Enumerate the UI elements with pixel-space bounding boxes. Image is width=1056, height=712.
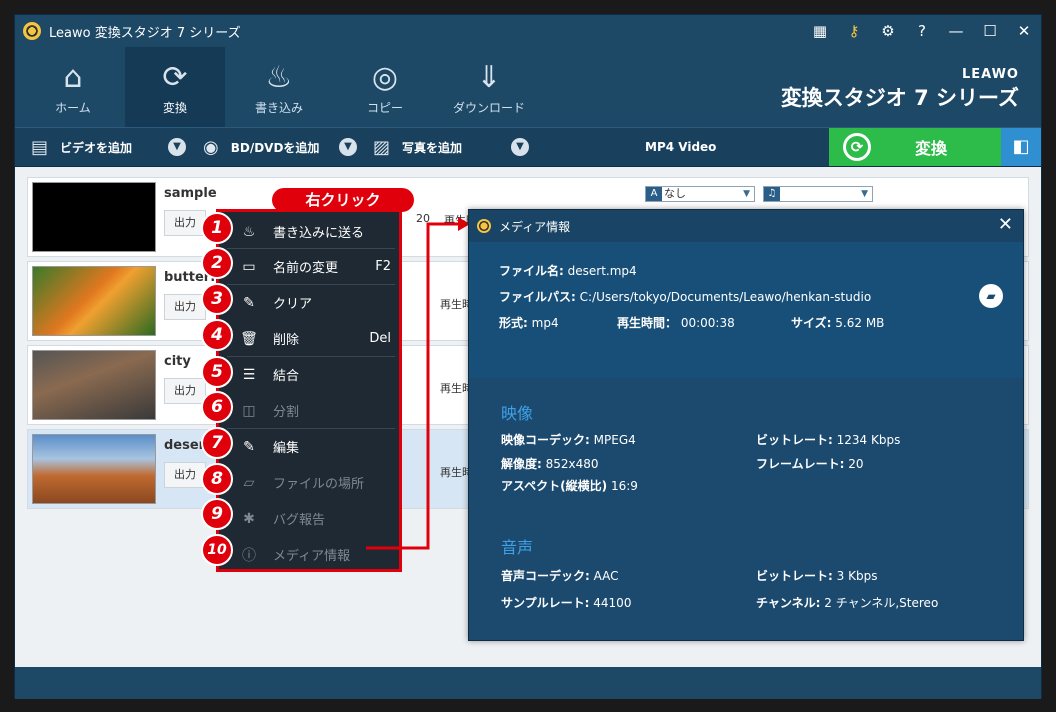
audio-codec-value: AAC <box>593 569 619 583</box>
channels-value: 2 チャンネル,Stereo <box>824 596 939 610</box>
duration-value: 00:00:38 <box>680 316 735 330</box>
resolution-row: 解像度: 852x480 <box>501 455 599 472</box>
format-value: mp4 <box>531 316 559 330</box>
video-codec-label: 映像コーデック: <box>501 433 590 447</box>
audio-bitrate-label: ビットレート: <box>756 569 833 583</box>
samplerate-label: サンプルレート: <box>501 596 590 610</box>
size-value: 5.62 MB <box>835 316 885 330</box>
audio-bitrate-value: 3 Kbps <box>836 569 878 583</box>
video-codec-row: 映像コーデック: MPEG4 <box>501 431 636 448</box>
channels-row: チャンネル: 2 チャンネル,Stereo <box>756 594 938 611</box>
file-path-label: ファイルパス: <box>499 290 576 304</box>
file-name-label: ファイル名: <box>499 264 564 278</box>
framerate-row: フレームレート: 20 <box>756 455 864 472</box>
resolution-label: 解像度: <box>501 457 542 471</box>
audio-codec-label: 音声コーデック: <box>501 569 590 583</box>
file-path-row: ファイルパス: C:/Users/tokyo/Documents/Leawo/h… <box>499 288 871 305</box>
aspect-value: 16:9 <box>610 479 638 493</box>
dialog-header: メディア情報 ✕ <box>469 210 1023 242</box>
video-bitrate-label: ビットレート: <box>756 433 833 447</box>
format-row: 形式: mp4 <box>499 314 559 331</box>
samplerate-value: 44100 <box>593 596 632 610</box>
channels-label: チャンネル: <box>756 596 821 610</box>
aspect-row: アスペクト(縦横比) 16:9 <box>501 477 638 494</box>
audio-section-title: 音声 <box>501 538 534 557</box>
file-info-section: ファイル名: desert.mp4 ファイルパス: C:/Users/tokyo… <box>469 242 1023 378</box>
duration-label: 再生時間： <box>617 316 678 330</box>
media-info-dialog: メディア情報 ✕ ファイル名: desert.mp4 ファイルパス: C:/Us… <box>468 209 1024 641</box>
format-label: 形式: <box>499 316 528 330</box>
framerate-value: 20 <box>848 457 864 471</box>
file-path-value: C:/Users/tokyo/Documents/Leawo/henkan-st… <box>579 290 872 304</box>
size-row: サイズ: 5.62 MB <box>791 314 884 331</box>
video-codec-value: MPEG4 <box>593 433 636 447</box>
framerate-label: フレームレート: <box>756 457 845 471</box>
dialog-title: メディア情報 <box>499 219 571 234</box>
aspect-label: アスペクト(縦横比) <box>501 479 608 493</box>
video-section-title: 映像 <box>501 404 534 423</box>
audio-codec-row: 音声コーデック: AAC <box>501 567 619 584</box>
size-label: サイズ: <box>791 316 832 330</box>
open-folder-button[interactable]: ▰ <box>979 284 1003 308</box>
audio-bitrate-row: ビットレート: 3 Kbps <box>756 567 877 584</box>
close-icon[interactable]: ✕ <box>998 214 1013 235</box>
file-name-row: ファイル名: desert.mp4 <box>499 262 637 279</box>
app-logo-icon <box>477 219 491 233</box>
samplerate-row: サンプルレート: 44100 <box>501 594 631 611</box>
video-bitrate-row: ビットレート: 1234 Kbps <box>756 431 900 448</box>
duration-row: 再生時間： 00:00:38 <box>617 314 735 331</box>
video-bitrate-value: 1234 Kbps <box>836 433 901 447</box>
file-name-value: desert.mp4 <box>567 264 637 278</box>
resolution-value: 852x480 <box>545 457 599 471</box>
